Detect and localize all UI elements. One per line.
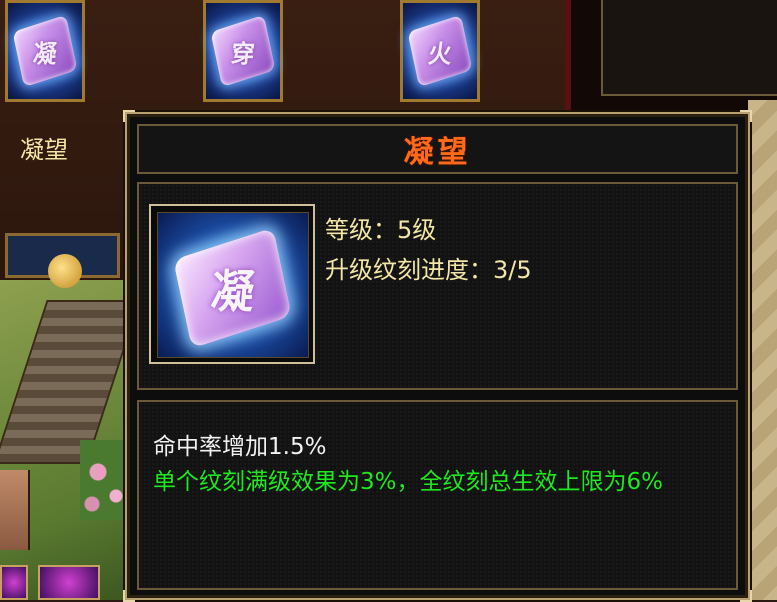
skill-slot-2[interactable]: 穿 <box>203 0 283 102</box>
skill-slot-3[interactable]: 火 <box>400 0 480 102</box>
rune-effect-text: 命中率增加1.5% <box>153 434 327 460</box>
bottom-skill-slot[interactable] <box>38 565 100 600</box>
rune-level: 等级：5级 <box>325 216 437 244</box>
side-panel-frame <box>565 0 777 110</box>
character-portrait[interactable] <box>0 470 30 550</box>
rune-gem-icon: 凝 <box>173 227 292 349</box>
rune-icon-frame: 凝 <box>149 204 315 364</box>
tooltip-title-bar: 凝望 <box>137 124 738 174</box>
skill-slot-4[interactable] <box>5 233 120 288</box>
bottom-skill-slot[interactable] <box>0 565 28 600</box>
tooltip-title: 凝望 <box>403 135 472 170</box>
tooltip-info-section: 凝 等级：5级 升级纹刻进度：3/5 <box>137 182 738 390</box>
skill-slot-1[interactable]: 凝 <box>5 0 85 102</box>
tooltip-description-section: 命中率增加1.5% 单个纹刻满级效果为3%，全纹刻总生效上限为6% <box>137 400 738 590</box>
scene-tile-background <box>748 100 777 600</box>
rune-limit-note: 单个纹刻满级效果为3%，全纹刻总生效上限为6% <box>153 469 663 495</box>
upgrade-progress: 升级纹刻进度：3/5 <box>325 256 532 284</box>
coin-icon <box>48 254 82 288</box>
rune-tooltip: 凝望 凝 等级：5级 升级纹刻进度：3/5 命中率增加1.5% 单个纹刻满级效果… <box>123 110 752 602</box>
skill-slot-caption: 凝望 <box>20 136 68 164</box>
